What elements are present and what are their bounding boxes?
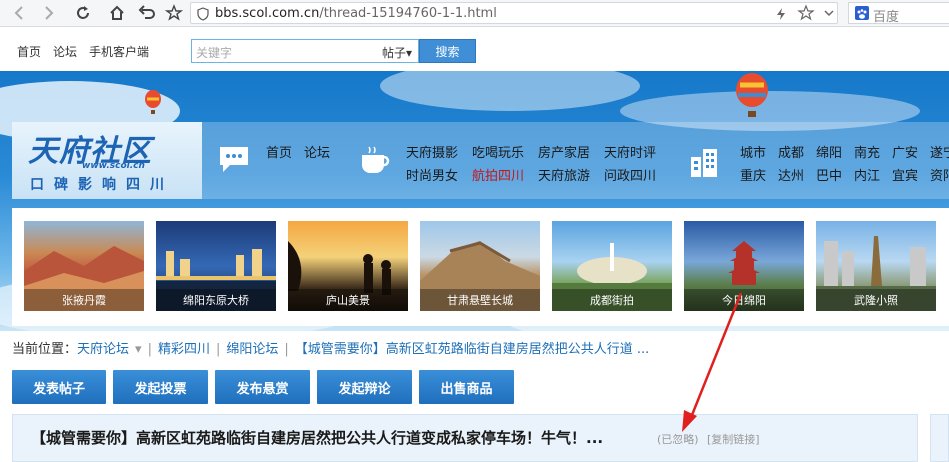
url-text: bbs.scol.com.cn/thread-15194760-1-1.html [215,6,497,21]
breadcrumb-item[interactable]: 绵阳论坛 [226,342,278,357]
chevron-down-icon[interactable]: ▾ [135,342,142,357]
photo-thumb[interactable]: 成都街拍 [552,221,672,311]
nav-food-fun[interactable]: 吃喝玩乐 [472,142,524,161]
nav-gov-affairs[interactable]: 问政四川 [604,165,656,184]
breadcrumb-item[interactable]: 精彩四川 [158,342,210,357]
browser-search-box[interactable]: 百度 [848,2,949,25]
nav-fashion[interactable]: 时尚男女 [406,165,458,184]
address-bar[interactable]: bbs.scol.com.cn/thread-15194760-1-1.html [190,2,838,24]
logo-url: www.scol.cn [82,161,145,171]
photo-caption: 绵阳东原大桥 [156,289,276,311]
photo-caption: 甘肃悬壁长城 [420,289,540,311]
nav-forum[interactable]: 论坛 [304,142,330,161]
cloud [380,71,640,111]
logo-slogan: 口碑影响四川 [30,177,174,193]
nav-city[interactable]: 城市 [740,142,766,161]
breadcrumb-item[interactable]: 天府论坛 [77,342,129,357]
back-icon[interactable] [8,2,30,24]
nav-ziyang[interactable]: 资阳 [930,165,949,184]
photo-strip: 张掖丹霞 绵阳东原大桥 庐山美景 甘肃悬壁长城 成都街拍 今日绵阳 武隆小照 [12,208,949,326]
sell-goods-button[interactable]: 出售商品 [419,370,514,404]
nav-guangan[interactable]: 广安 [892,142,918,161]
bookmark-star-icon[interactable] [163,2,185,24]
reload-icon[interactable] [72,2,94,24]
thread-title: 【城管需要你】高新区虹苑路临街自建房居然把公共人行道变成私家停车场！牛气！... [31,429,604,447]
coffee-cup-icon [357,143,397,183]
photo-caption: 成都街拍 [552,289,672,311]
keyword-search-input[interactable]: 关键字 帖子▾ [191,39,419,63]
baidu-paw-icon [855,6,869,20]
photo-caption: 庐山美景 [288,289,408,311]
chat-bubble-icon [216,141,256,181]
toplink-mobile-client[interactable]: 手机客户端 [89,43,149,60]
nav-mianyang[interactable]: 绵阳 [816,142,842,161]
search-engine-name: 百度 [873,10,900,25]
photo-thumb[interactable]: 张掖丹霞 [24,221,144,311]
browser-toolbar: bbs.scol.com.cn/thread-15194760-1-1.html… [0,0,949,27]
side-panel [930,414,949,462]
nav-chengdu[interactable]: 成都 [778,142,804,161]
thread-title-bar: 【城管需要你】高新区虹苑路临街自建房居然把公共人行道变成私家停车场！牛气！...… [12,414,918,462]
start-debate-button[interactable]: 发起辩论 [317,370,412,404]
undo-icon[interactable] [135,2,157,24]
start-poll-button[interactable]: 发起投票 [113,370,208,404]
photo-thumb[interactable]: 庐山美景 [288,221,408,311]
nav-chongqing[interactable]: 重庆 [740,165,766,184]
ignored-label[interactable]: (已忽略) [657,431,699,447]
shield-icon [197,6,209,25]
breadcrumb-separator: | [147,342,152,357]
breadcrumb-separator: | [215,342,221,357]
nav-photo[interactable]: 天府摄影 [406,142,458,161]
hot-air-balloon-icon [143,90,163,120]
search-placeholder: 关键字 [196,46,233,60]
post-reward-button[interactable]: 发布悬赏 [215,370,310,404]
photo-thumb[interactable]: 武隆小照 [816,221,936,311]
photo-thumb[interactable]: 今日绵阳 [684,221,804,311]
post-thread-button[interactable]: 发表帖子 [12,370,106,404]
nav-yibin[interactable]: 宜宾 [892,165,918,184]
nav-travel[interactable]: 天府旅游 [538,165,590,184]
search-scope-label: 帖子 [381,46,406,60]
breadcrumb-item[interactable]: 【城管需要你】高新区虹苑路临街自建房居然把公共人行道 ... [295,342,650,357]
photo-thumb[interactable]: 绵阳东原大桥 [156,221,276,311]
nav-neijiang[interactable]: 内江 [854,165,880,184]
nav-realestate[interactable]: 房产家居 [538,142,590,161]
nav-bazhong[interactable]: 巴中 [816,165,842,184]
photo-caption: 今日绵阳 [684,289,804,311]
toplink-home[interactable]: 首页 [17,43,41,60]
photo-thumb[interactable]: 甘肃悬壁长城 [420,221,540,311]
copy-link[interactable]: [复制链接] [707,431,760,447]
url-domain: bbs.scol.com.cn [215,6,320,21]
search-button[interactable]: 搜索 [419,39,476,63]
favorite-star-icon[interactable] [797,4,815,26]
nav-dazhou[interactable]: 达州 [778,165,804,184]
home-icon[interactable] [106,2,128,24]
nav-nanchong[interactable]: 南充 [854,142,880,161]
breadcrumb: 当前位置：天府论坛 ▾ | 精彩四川 | 绵阳论坛 | 【城管需要你】高新区虹苑路临街自建房居… [12,338,655,358]
breadcrumb-prefix: 当前位置： [12,342,78,357]
nav-suining[interactable]: 遂宁 [930,142,949,161]
nav-commentary[interactable]: 天府时评 [604,142,656,161]
forward-icon[interactable] [38,2,60,24]
city-buildings-icon [687,145,727,185]
nav-home[interactable]: 首页 [266,142,292,161]
toplink-forum[interactable]: 论坛 [53,43,77,60]
url-path: /thread-15194760-1-1.html [319,6,497,21]
hot-air-balloon-icon [734,73,770,123]
nav-aerial[interactable]: 航拍四川 [472,165,524,184]
photo-caption: 张掖丹霞 [24,289,144,311]
hero-banner: 天府社区 www.scol.cn 口碑影响四川 首页 论坛 天府摄影 吃喝玩乐 … [0,71,949,331]
photo-caption: 武隆小照 [816,289,936,311]
chevron-down-icon[interactable] [823,5,835,24]
breadcrumb-separator: | [284,342,289,357]
search-scope-select[interactable]: 帖子▾ [382,44,412,61]
site-logo[interactable]: 天府社区 www.scol.cn 口碑影响四川 [12,122,202,199]
lightning-icon[interactable] [775,6,787,25]
